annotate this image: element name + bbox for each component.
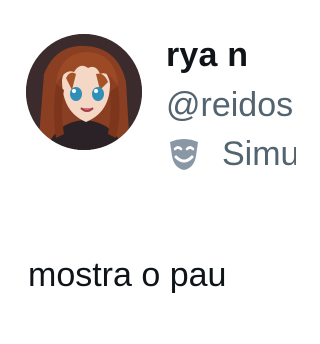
account-label[interactable]: Simu bbox=[166, 134, 296, 174]
user-handle[interactable]: @reidos bbox=[166, 87, 293, 123]
theater-mask-icon bbox=[170, 139, 198, 170]
tweet-card: rya n @reidos Simu mostra o pau bbox=[0, 0, 296, 344]
tweet-text: mostra o pau bbox=[28, 256, 227, 294]
account-label-text: Simu bbox=[222, 135, 296, 173]
display-name[interactable]: rya n bbox=[166, 37, 248, 73]
avatar-image bbox=[26, 34, 142, 150]
avatar[interactable] bbox=[26, 34, 142, 150]
